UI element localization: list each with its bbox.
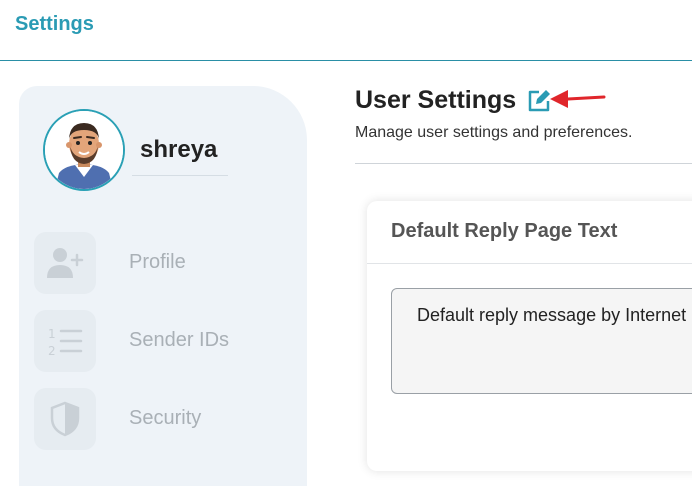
sidebar-item-sender-ids[interactable]: 1 2 Sender IDs [34, 310, 294, 372]
header-divider [355, 163, 692, 164]
top-bar: Settings [0, 0, 692, 61]
page-subtitle: Manage user settings and preferences. [355, 124, 633, 141]
default-reply-card: Default Reply Page Text Default reply me… [367, 201, 692, 471]
card-divider [367, 263, 692, 264]
sidebar-item-label: Profile [129, 251, 186, 273]
sidebar-item-security[interactable]: Security [34, 388, 294, 450]
sidebar-item-label: Sender IDs [129, 329, 230, 351]
avatar-illustration [45, 111, 123, 189]
sidebar: shreya Profile 1 2 Sender IDs Security [19, 86, 307, 486]
default-reply-textarea[interactable]: Default reply message by Internet [391, 288, 692, 394]
default-reply-text: Default reply message by Internet [417, 305, 687, 325]
numbered-list-icon: 1 2 [34, 310, 96, 372]
svg-text:2: 2 [48, 344, 56, 357]
user-name-underline [132, 175, 228, 176]
app-title: Settings [15, 13, 94, 35]
shield-icon [34, 388, 96, 450]
sidebar-item-label: Security [129, 407, 202, 429]
page-title: User Settings [355, 86, 517, 114]
sidebar-item-profile[interactable]: Profile [34, 232, 294, 294]
annotation-arrow-icon [546, 86, 608, 112]
add-user-icon [34, 232, 96, 294]
svg-text:1: 1 [48, 327, 56, 341]
avatar [43, 109, 125, 191]
user-name: shreya [140, 136, 218, 163]
card-title: Default Reply Page Text [391, 220, 618, 242]
